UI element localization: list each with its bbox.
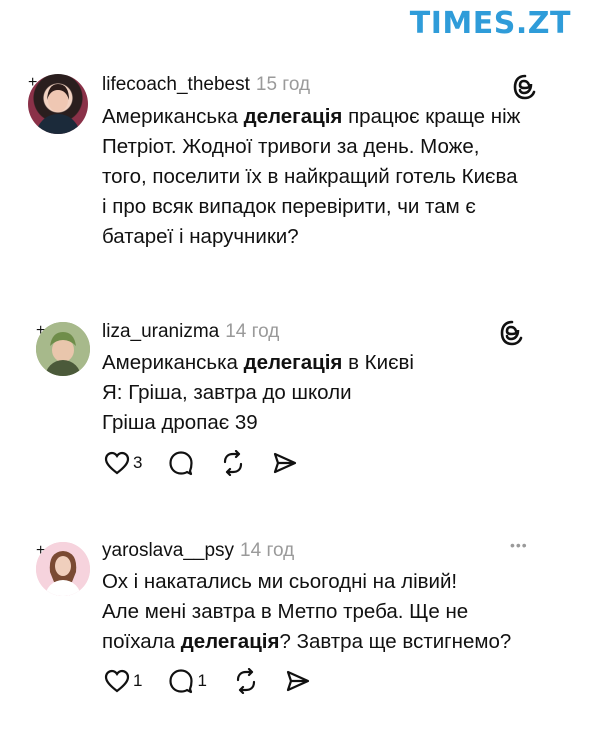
- post-text: Американська делегація в Києві Я: Гріша,…: [102, 348, 414, 438]
- text-line: Ох і накатались ми сьогодні на лівий!: [102, 570, 458, 593]
- avatar: [36, 542, 90, 596]
- more-dots-icon[interactable]: •••: [510, 537, 528, 553]
- post-meta: yaroslava__psy 14 год: [102, 540, 294, 562]
- post-text: Ох і накатались ми сьогодні на лівий! Ал…: [102, 567, 511, 657]
- repost-button[interactable]: [220, 450, 246, 476]
- heart-icon: [104, 669, 130, 693]
- share-button[interactable]: [285, 668, 311, 694]
- post-meta: lifecoach_thebest 15 год: [102, 74, 310, 96]
- times-zt-watermark-logo: TIMES.ZT: [409, 6, 571, 41]
- post-actions: 3: [104, 450, 324, 476]
- repost-icon: [236, 668, 256, 694]
- send-icon: [274, 452, 297, 474]
- post-text: Американська делегація працює краще ніж …: [102, 102, 520, 252]
- timestamp: 14 год: [225, 321, 280, 342]
- reply-button[interactable]: 1: [168, 668, 207, 694]
- text-line: Я: Гріша, завтра до школи: [102, 381, 352, 404]
- username[interactable]: lifecoach_thebest: [102, 74, 250, 95]
- repost-icon: [224, 450, 243, 476]
- username[interactable]: liza_uranizma: [102, 321, 219, 342]
- text-line: Американська делегація працює краще ніж: [102, 105, 521, 128]
- like-count: 3: [133, 453, 143, 472]
- text-line: Петріот. Жодної тривоги за день. Може,: [102, 135, 480, 158]
- avatar-lifecoach-wrap[interactable]: +: [28, 74, 88, 134]
- avatar-yaroslava-wrap[interactable]: +: [36, 542, 90, 596]
- avatar: [28, 74, 88, 134]
- comment-icon: [169, 669, 194, 694]
- repost-button[interactable]: [233, 668, 259, 694]
- threads-logo-icon[interactable]: [499, 320, 525, 346]
- heart-icon: [104, 451, 130, 475]
- share-button[interactable]: [272, 450, 298, 476]
- text-line: і про всяк випадок перевірити, чи там є: [102, 195, 476, 218]
- send-icon: [286, 670, 310, 692]
- text-line: того, поселити їх в найкращий готель Киє…: [102, 165, 518, 188]
- comment-icon: [169, 451, 194, 476]
- text-line: поїхала делегація? Завтра ще встигнемо?: [102, 630, 512, 653]
- timestamp: 15 год: [255, 74, 311, 95]
- text-line: Американська делегація в Києві: [102, 351, 414, 374]
- reply-button[interactable]: [168, 450, 194, 476]
- avatar-liza-wrap[interactable]: +: [36, 322, 90, 376]
- post-meta: liza_uranizma 14 год: [102, 321, 279, 343]
- avatar-image-icon: [36, 542, 90, 596]
- avatar-image-icon: [36, 84, 80, 134]
- text-line: Гріша дропає 39: [102, 411, 258, 434]
- avatar-image-icon: [36, 322, 90, 376]
- username[interactable]: yaroslava__psy: [102, 540, 234, 561]
- like-button[interactable]: 3: [104, 451, 142, 475]
- like-button[interactable]: 1: [104, 669, 142, 693]
- timestamp: 14 год: [240, 540, 295, 561]
- like-count: 1: [133, 671, 143, 690]
- reply-count: 1: [197, 671, 207, 690]
- threads-logo-icon[interactable]: [512, 74, 538, 100]
- post-actions: 1 1: [104, 668, 337, 694]
- text-line: Але мені завтра в Метпо треба. Ще не: [102, 600, 469, 623]
- avatar: [36, 322, 90, 376]
- text-line: батареї і наручники?: [102, 225, 299, 248]
